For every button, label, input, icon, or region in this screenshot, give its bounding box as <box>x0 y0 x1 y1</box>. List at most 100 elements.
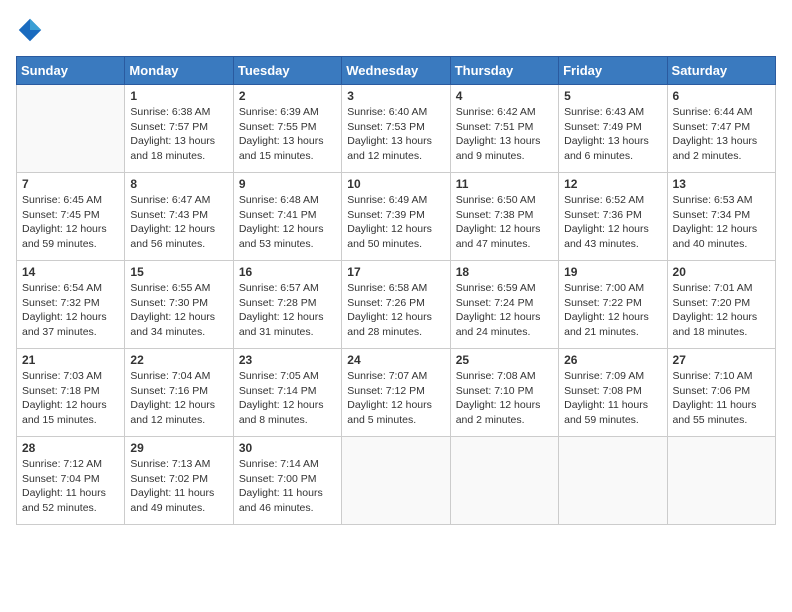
day-number: 2 <box>239 89 336 103</box>
page-header <box>16 16 776 44</box>
calendar-cell: 14 Sunrise: 6:54 AMSunset: 7:32 PMDayligh… <box>17 261 125 349</box>
day-info: Sunrise: 6:44 AMSunset: 7:47 PMDaylight:… <box>673 105 770 164</box>
calendar-cell <box>450 437 558 525</box>
calendar-cell: 22 Sunrise: 7:04 AMSunset: 7:16 PMDayligh… <box>125 349 233 437</box>
day-number: 20 <box>673 265 770 279</box>
calendar-cell: 27Sunrise: 7:10 AMSunset: 7:06 PMDayligh… <box>667 349 775 437</box>
day-number: 15 <box>130 265 227 279</box>
day-number: 22 <box>130 353 227 367</box>
day-number: 17 <box>347 265 444 279</box>
day-info: Sunrise: 6:49 AMSunset: 7:39 PMDaylight:… <box>347 193 444 252</box>
day-info: Sunrise: 6:53 AMSunset: 7:34 PMDaylight:… <box>673 193 770 252</box>
week-row-0: 1 Sunrise: 6:38 AMSunset: 7:57 PMDaylight… <box>17 85 776 173</box>
weekday-saturday: Saturday <box>667 57 775 85</box>
day-number: 16 <box>239 265 336 279</box>
day-number: 19 <box>564 265 661 279</box>
calendar-cell: 21 Sunrise: 7:03 AMSunset: 7:18 PMDayligh… <box>17 349 125 437</box>
day-info: Sunrise: 6:59 AMSunset: 7:24 PMDaylight:… <box>456 281 553 340</box>
week-row-1: 7Sunrise: 6:45 AMSunset: 7:45 PMDaylight… <box>17 173 776 261</box>
logo <box>16 16 46 44</box>
day-info: Sunrise: 7:03 AMSunset: 7:18 PMDaylight:… <box>22 369 119 428</box>
day-info: Sunrise: 6:47 AMSunset: 7:43 PMDaylight:… <box>130 193 227 252</box>
day-info: Sunrise: 6:43 AMSunset: 7:49 PMDaylight:… <box>564 105 661 164</box>
calendar-cell <box>667 437 775 525</box>
day-info: Sunrise: 7:12 AMSunset: 7:04 PMDaylight:… <box>22 457 119 516</box>
weekday-sunday: Sunday <box>17 57 125 85</box>
day-number: 30 <box>239 441 336 455</box>
day-info: Sunrise: 6:39 AMSunset: 7:55 PMDaylight:… <box>239 105 336 164</box>
day-number: 3 <box>347 89 444 103</box>
day-number: 1 <box>130 89 227 103</box>
day-info: Sunrise: 7:13 AMSunset: 7:02 PMDaylight:… <box>130 457 227 516</box>
day-info: Sunrise: 6:38 AMSunset: 7:57 PMDaylight:… <box>130 105 227 164</box>
day-info: Sunrise: 6:45 AMSunset: 7:45 PMDaylight:… <box>22 193 119 252</box>
calendar-cell: 18 Sunrise: 6:59 AMSunset: 7:24 PMDayligh… <box>450 261 558 349</box>
calendar-cell <box>342 437 450 525</box>
calendar-cell: 4 Sunrise: 6:42 AMSunset: 7:51 PMDaylight… <box>450 85 558 173</box>
day-number: 27 <box>673 353 770 367</box>
calendar-cell: 23Sunrise: 7:05 AMSunset: 7:14 PMDayligh… <box>233 349 341 437</box>
day-number: 10 <box>347 177 444 191</box>
day-number: 5 <box>564 89 661 103</box>
day-info: Sunrise: 7:01 AMSunset: 7:20 PMDaylight:… <box>673 281 770 340</box>
day-info: Sunrise: 6:42 AMSunset: 7:51 PMDaylight:… <box>456 105 553 164</box>
day-info: Sunrise: 6:48 AMSunset: 7:41 PMDaylight:… <box>239 193 336 252</box>
calendar-cell: 9Sunrise: 6:48 AMSunset: 7:41 PMDaylight… <box>233 173 341 261</box>
calendar-cell: 29 Sunrise: 7:13 AMSunset: 7:02 PMDayligh… <box>125 437 233 525</box>
calendar-cell: 17 Sunrise: 6:58 AMSunset: 7:26 PMDayligh… <box>342 261 450 349</box>
day-number: 28 <box>22 441 119 455</box>
day-number: 6 <box>673 89 770 103</box>
day-info: Sunrise: 6:57 AMSunset: 7:28 PMDaylight:… <box>239 281 336 340</box>
calendar-cell: 7Sunrise: 6:45 AMSunset: 7:45 PMDaylight… <box>17 173 125 261</box>
weekday-wednesday: Wednesday <box>342 57 450 85</box>
weekday-monday: Monday <box>125 57 233 85</box>
calendar-cell: 24Sunrise: 7:07 AMSunset: 7:12 PMDayligh… <box>342 349 450 437</box>
day-info: Sunrise: 6:58 AMSunset: 7:26 PMDaylight:… <box>347 281 444 340</box>
week-row-4: 28 Sunrise: 7:12 AMSunset: 7:04 PMDayligh… <box>17 437 776 525</box>
day-info: Sunrise: 7:04 AMSunset: 7:16 PMDaylight:… <box>130 369 227 428</box>
day-info: Sunrise: 7:05 AMSunset: 7:14 PMDaylight:… <box>239 369 336 428</box>
calendar-cell: 1 Sunrise: 6:38 AMSunset: 7:57 PMDaylight… <box>125 85 233 173</box>
calendar-cell: 11 Sunrise: 6:50 AMSunset: 7:38 PMDayligh… <box>450 173 558 261</box>
weekday-friday: Friday <box>559 57 667 85</box>
calendar-cell: 3 Sunrise: 6:40 AMSunset: 7:53 PMDaylight… <box>342 85 450 173</box>
calendar-cell: 20 Sunrise: 7:01 AMSunset: 7:20 PMDayligh… <box>667 261 775 349</box>
calendar-cell: 10 Sunrise: 6:49 AMSunset: 7:39 PMDayligh… <box>342 173 450 261</box>
calendar-cell: 2 Sunrise: 6:39 AMSunset: 7:55 PMDaylight… <box>233 85 341 173</box>
calendar-cell: 25 Sunrise: 7:08 AMSunset: 7:10 PMDayligh… <box>450 349 558 437</box>
day-number: 8 <box>130 177 227 191</box>
day-info: Sunrise: 6:54 AMSunset: 7:32 PMDaylight:… <box>22 281 119 340</box>
weekday-tuesday: Tuesday <box>233 57 341 85</box>
day-info: Sunrise: 7:09 AMSunset: 7:08 PMDaylight:… <box>564 369 661 428</box>
day-number: 21 <box>22 353 119 367</box>
calendar-cell: 8 Sunrise: 6:47 AMSunset: 7:43 PMDaylight… <box>125 173 233 261</box>
day-number: 13 <box>673 177 770 191</box>
day-number: 12 <box>564 177 661 191</box>
day-info: Sunrise: 7:14 AMSunset: 7:00 PMDaylight:… <box>239 457 336 516</box>
day-info: Sunrise: 6:52 AMSunset: 7:36 PMDaylight:… <box>564 193 661 252</box>
calendar-cell: 26Sunrise: 7:09 AMSunset: 7:08 PMDayligh… <box>559 349 667 437</box>
day-number: 24 <box>347 353 444 367</box>
day-number: 18 <box>456 265 553 279</box>
day-info: Sunrise: 7:08 AMSunset: 7:10 PMDaylight:… <box>456 369 553 428</box>
calendar-cell: 6 Sunrise: 6:44 AMSunset: 7:47 PMDaylight… <box>667 85 775 173</box>
calendar-cell <box>559 437 667 525</box>
day-info: Sunrise: 7:00 AMSunset: 7:22 PMDaylight:… <box>564 281 661 340</box>
day-number: 25 <box>456 353 553 367</box>
calendar-cell: 15Sunrise: 6:55 AMSunset: 7:30 PMDayligh… <box>125 261 233 349</box>
calendar-cell: 16 Sunrise: 6:57 AMSunset: 7:28 PMDayligh… <box>233 261 341 349</box>
day-number: 11 <box>456 177 553 191</box>
logo-icon <box>16 16 44 44</box>
day-info: Sunrise: 6:40 AMSunset: 7:53 PMDaylight:… <box>347 105 444 164</box>
calendar-cell: 30 Sunrise: 7:14 AMSunset: 7:00 PMDayligh… <box>233 437 341 525</box>
day-info: Sunrise: 6:50 AMSunset: 7:38 PMDaylight:… <box>456 193 553 252</box>
weekday-thursday: Thursday <box>450 57 558 85</box>
day-number: 4 <box>456 89 553 103</box>
day-number: 14 <box>22 265 119 279</box>
week-row-3: 21 Sunrise: 7:03 AMSunset: 7:18 PMDayligh… <box>17 349 776 437</box>
calendar-cell: 12 Sunrise: 6:52 AMSunset: 7:36 PMDayligh… <box>559 173 667 261</box>
calendar-cell: 5 Sunrise: 6:43 AMSunset: 7:49 PMDaylight… <box>559 85 667 173</box>
day-number: 29 <box>130 441 227 455</box>
weekday-header-row: SundayMondayTuesdayWednesdayThursdayFrid… <box>17 57 776 85</box>
calendar-cell: 19 Sunrise: 7:00 AMSunset: 7:22 PMDayligh… <box>559 261 667 349</box>
